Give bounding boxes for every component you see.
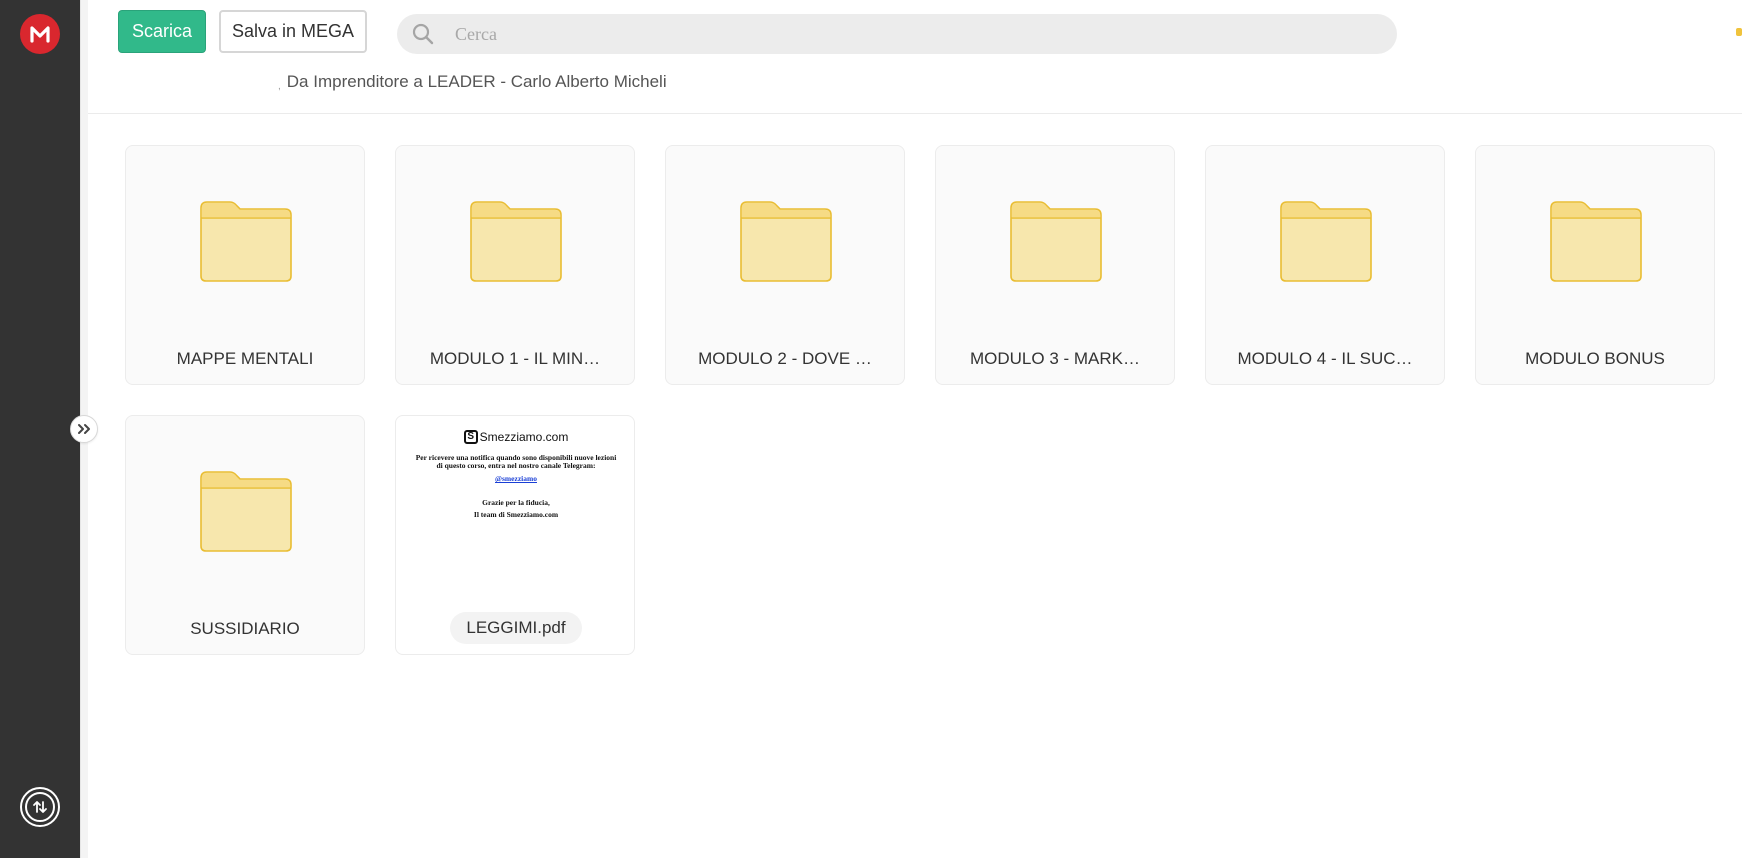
folder-icon [200,471,292,552]
pdf-thanks-line: Il team di Smezziamo.com [473,510,559,519]
pdf-brand: S Smezziamo.com [396,430,636,444]
double-chevron-right-icon [78,424,90,434]
folder-card[interactable]: MODULO 1 - IL MIN… [395,145,635,385]
mega-logo-icon[interactable] [20,14,60,54]
pdf-link: @smezziamo [495,474,537,483]
folder-icon [1550,201,1642,282]
pdf-thanks: Grazie per la fiducia, Il team di Smezzi… [396,497,636,521]
folder-card[interactable]: MODULO BONUS [1475,145,1715,385]
folder-name: MODULO 1 - IL MIN… [429,349,601,368]
notification-badge[interactable] [1736,28,1742,36]
folder-name: MODULO 3 - MARK… [969,349,1141,368]
search-bar[interactable] [397,14,1397,54]
pdf-thanks-line: Grazie per la fiducia, [482,498,550,507]
folder-name: MODULO 4 - IL SUC… [1237,349,1413,368]
folder-name: MAPPE MENTALI [176,349,314,368]
expand-sidebar-button[interactable] [70,415,98,443]
search-input[interactable] [455,23,1355,45]
folder-icon [1280,201,1372,282]
folder-card[interactable]: MODULO 4 - IL SUC… [1205,145,1445,385]
download-button[interactable]: Scarica [118,10,206,53]
pdf-brand-text: Smezziamo.com [479,430,569,444]
folder-card[interactable]: MODULO 2 - DOVE … [665,145,905,385]
folder-name: MODULO BONUS [1525,349,1665,368]
search-icon [412,23,434,45]
pdf-file-card[interactable]: S Smezziamo.com Per ricevere una notific… [395,415,635,655]
transfer-manager-button[interactable] [20,787,60,827]
pdf-text-line: di questo corso, entra nel nostro canale… [436,461,596,470]
breadcrumb-separator: , [278,81,281,92]
folder-icon [200,201,292,282]
folder-name: MODULO 2 - DOVE … [698,349,872,368]
save-to-mega-button[interactable]: Salva in MEGA [219,10,367,53]
file-name: LEGGIMI.pdf [450,612,582,644]
transfer-arrows-icon [25,792,55,822]
folder-icon [470,201,562,282]
left-sidebar [0,0,80,858]
top-bar: Scarica Salva in MEGA , Da Imprenditore … [88,0,1742,114]
folder-icon [740,201,832,282]
breadcrumb: , Da Imprenditore a LEADER - Carlo Alber… [278,72,667,92]
tv-logo-icon: S [463,430,478,444]
breadcrumb-current-folder[interactable]: Da Imprenditore a LEADER - Carlo Alberto… [287,72,667,92]
folder-name: SUSSIDIARIO [190,619,300,638]
folder-card[interactable]: MAPPE MENTALI [125,145,365,385]
folder-card[interactable]: MODULO 3 - MARK… [935,145,1175,385]
folder-icon [1010,201,1102,282]
pdf-thumbnail: S Smezziamo.com Per ricevere una notific… [396,430,636,550]
folder-card[interactable]: SUSSIDIARIO [125,415,365,655]
